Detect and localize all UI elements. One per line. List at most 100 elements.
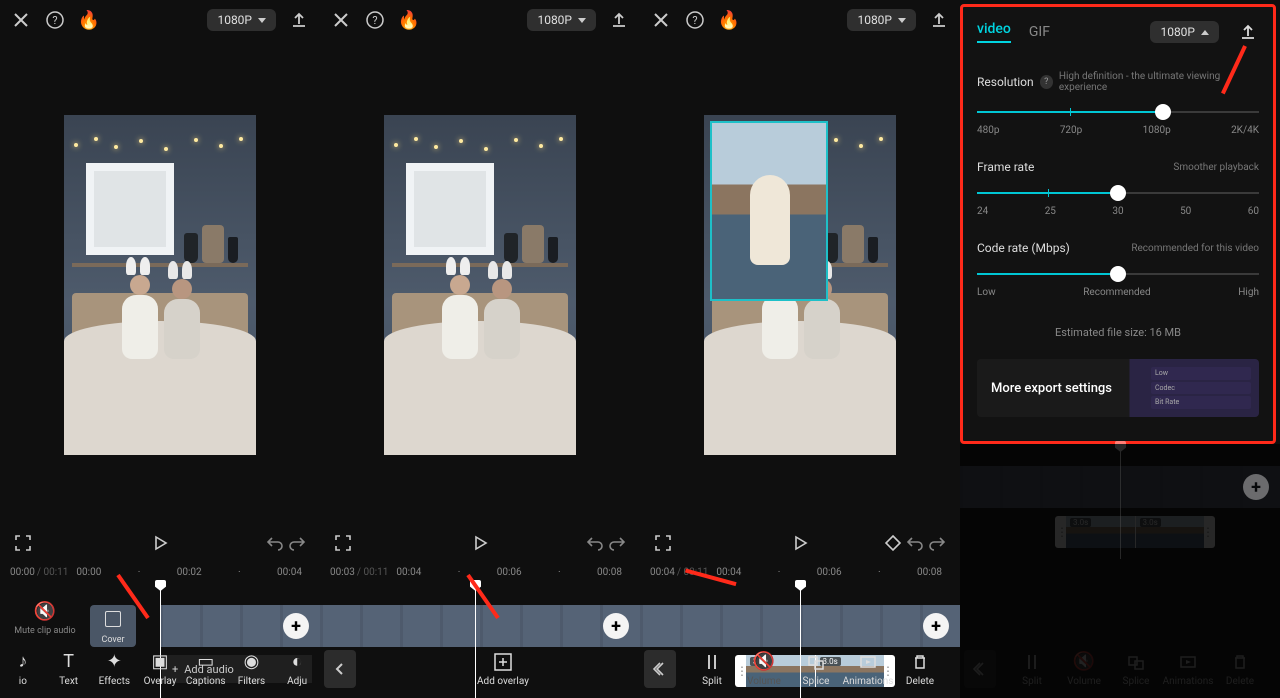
- bottom-toolbar: ♪io TText ✦Effects ▣Overlay ▭Captions ◉F…: [0, 640, 320, 698]
- preview-area[interactable]: [640, 40, 960, 525]
- more-settings-label: More export settings: [991, 381, 1112, 396]
- coderate-slider[interactable]: [977, 265, 1259, 283]
- add-clip-button[interactable]: +: [603, 613, 629, 639]
- tool-animations: Animations: [1162, 652, 1214, 687]
- svg-text:?: ?: [372, 14, 377, 27]
- export-icon[interactable]: [1237, 21, 1259, 43]
- tool-filters[interactable]: ◉Filters: [229, 652, 275, 687]
- add-overlay-label: Add overlay: [477, 676, 529, 687]
- keyframe-icon[interactable]: [882, 532, 904, 554]
- resolution-field-label: Resolution: [977, 75, 1034, 89]
- resolution-selector[interactable]: 1080P: [847, 9, 916, 31]
- help-icon[interactable]: ?: [684, 9, 706, 31]
- time-total: / 00:11: [677, 567, 709, 578]
- mute-icon[interactable]: 🔇: [10, 601, 80, 622]
- export-icon[interactable]: [288, 9, 310, 31]
- resolution-label: 1080P: [217, 13, 252, 27]
- video-canvas: [64, 115, 256, 455]
- resolution-selector[interactable]: 1080P: [207, 9, 276, 31]
- more-settings-button[interactable]: More export settings LowCodecBit Rate: [977, 359, 1259, 417]
- framerate-slider[interactable]: [977, 184, 1259, 202]
- resolution-slider[interactable]: [977, 103, 1259, 121]
- time-total: / 00:11: [37, 567, 69, 578]
- preview-area[interactable]: [0, 40, 320, 525]
- flame-icon[interactable]: 🔥: [78, 9, 100, 31]
- animations-icon: [858, 652, 878, 672]
- audio-icon: ♪: [13, 652, 33, 672]
- time-current: 00:00: [10, 567, 35, 578]
- export-icon[interactable]: [608, 9, 630, 31]
- volume-icon: 🔇: [1074, 652, 1094, 672]
- add-clip-button[interactable]: +: [283, 613, 309, 639]
- tool-audio[interactable]: ♪io: [0, 652, 46, 687]
- flame-icon[interactable]: 🔥: [398, 9, 420, 31]
- playhead: [1120, 444, 1121, 559]
- resolution-label: 1080P: [537, 13, 572, 27]
- bottom-toolbar: Split 🔇Volume Splice Animations Delete: [640, 640, 960, 698]
- tool-effects[interactable]: ✦Effects: [91, 652, 137, 687]
- back-button[interactable]: [324, 650, 356, 688]
- delete-icon: [1230, 652, 1250, 672]
- tool-overlay[interactable]: ▣Overlay: [137, 652, 183, 687]
- resolution-selector[interactable]: 1080P: [1150, 21, 1219, 43]
- fullscreen-icon[interactable]: [332, 532, 354, 554]
- redo-icon[interactable]: [926, 532, 948, 554]
- export-icon[interactable]: [928, 9, 950, 31]
- redo-icon[interactable]: [286, 532, 308, 554]
- close-icon[interactable]: [330, 9, 352, 31]
- overlay-icon: ▣: [150, 652, 170, 672]
- preview-area[interactable]: [320, 40, 640, 525]
- tool-text[interactable]: TText: [46, 652, 92, 687]
- redo-icon[interactable]: [606, 532, 628, 554]
- overlay-preview[interactable]: [710, 121, 828, 301]
- close-icon[interactable]: [10, 9, 32, 31]
- bottom-toolbar: Split 🔇Volume Splice Animations Delete: [960, 640, 1280, 698]
- tab-video[interactable]: video: [977, 21, 1011, 43]
- resolution-hint: High definition - the ultimate viewing e…: [1059, 71, 1259, 93]
- tool-split[interactable]: Split: [686, 652, 738, 687]
- fullscreen-icon[interactable]: [652, 532, 674, 554]
- undo-icon[interactable]: [584, 532, 606, 554]
- tool-captions[interactable]: ▭Captions: [183, 652, 229, 687]
- tool-adjust[interactable]: ◐Adju: [274, 652, 320, 687]
- settings-preview-icon: LowCodecBit Rate: [1151, 367, 1251, 409]
- help-icon[interactable]: ?: [1040, 75, 1053, 89]
- help-icon[interactable]: ?: [44, 9, 66, 31]
- tool-add-overlay[interactable]: Add overlay: [463, 652, 543, 687]
- back-button[interactable]: [644, 650, 676, 688]
- adjust-icon: ◐: [287, 652, 307, 672]
- tab-gif[interactable]: GIF: [1029, 24, 1050, 40]
- caret-up-icon: [1201, 30, 1209, 35]
- filters-icon: ◉: [241, 652, 261, 672]
- play-icon[interactable]: [789, 532, 811, 554]
- undo-icon[interactable]: [264, 532, 286, 554]
- caret-down-icon: [578, 18, 586, 23]
- resolution-label: 1080P: [1160, 25, 1195, 39]
- tool-volume: 🔇Volume: [1058, 652, 1110, 687]
- bottom-toolbar: Add overlay: [320, 640, 640, 698]
- animations-icon: [1178, 652, 1198, 672]
- volume-icon: 🔇: [754, 652, 774, 672]
- back-button: [964, 650, 996, 688]
- splice-icon: [1126, 652, 1146, 672]
- add-overlay-icon: [493, 652, 513, 672]
- time-current: 00:03: [330, 567, 355, 578]
- flame-icon[interactable]: 🔥: [718, 9, 740, 31]
- split-icon: [1022, 652, 1042, 672]
- tool-split: Split: [1006, 652, 1058, 687]
- delete-icon: [910, 652, 930, 672]
- tool-splice[interactable]: Splice: [790, 652, 842, 687]
- help-icon[interactable]: ?: [364, 9, 386, 31]
- fullscreen-icon[interactable]: [12, 532, 34, 554]
- close-icon[interactable]: [650, 9, 672, 31]
- tool-animations[interactable]: Animations: [842, 652, 894, 687]
- add-clip-button[interactable]: +: [923, 613, 949, 639]
- captions-icon: ▭: [196, 652, 216, 672]
- play-icon[interactable]: [469, 532, 491, 554]
- play-icon[interactable]: [149, 532, 171, 554]
- tool-delete[interactable]: Delete: [894, 652, 946, 687]
- resolution-selector[interactable]: 1080P: [527, 9, 596, 31]
- undo-icon[interactable]: [904, 532, 926, 554]
- tool-splice: Splice: [1110, 652, 1162, 687]
- tool-volume: 🔇Volume: [738, 652, 790, 687]
